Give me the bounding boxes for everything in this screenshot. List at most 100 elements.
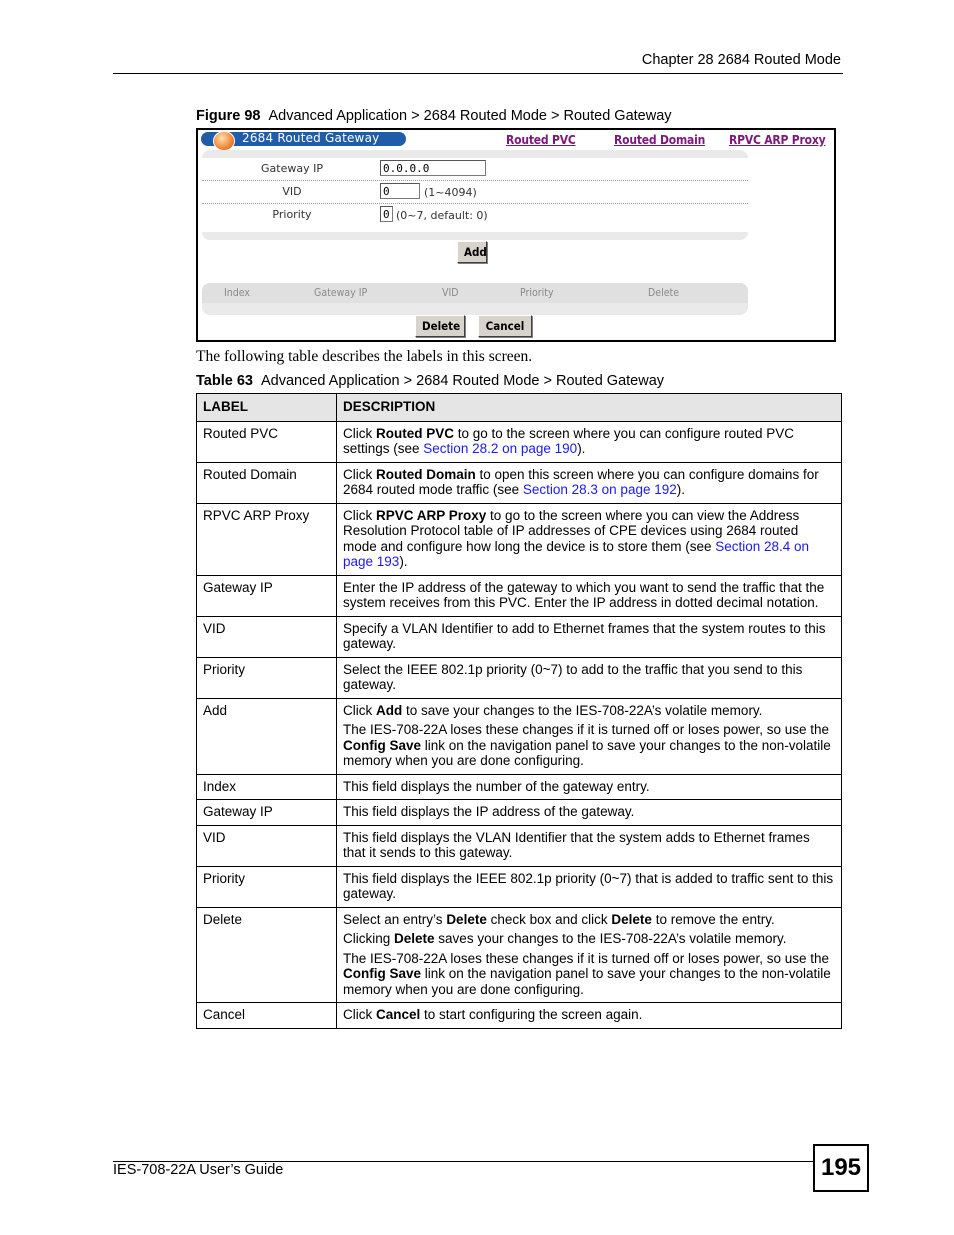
text-segment: This field displays the number of the ga…	[343, 778, 650, 794]
chapter-header: Chapter 28 2684 Routed Mode	[641, 52, 841, 68]
table-row: Priority Select the IEEE 802.1p priority …	[196, 656, 842, 699]
bold-term: RPVC ARP Proxy	[376, 507, 487, 523]
bold-term: Cancel	[376, 1007, 421, 1022]
description-paragraph: Select an entry’s Delete check box and c…	[343, 912, 835, 928]
table-row: Gateway IP Enter the IP address of the ga…	[196, 574, 842, 617]
description-paragraph: Click Routed PVC to go to the screen whe…	[343, 426, 835, 457]
row-label: Routed Domain	[196, 461, 337, 504]
text-segment: Click	[343, 507, 376, 523]
text-segment: Click	[343, 425, 376, 441]
figure-caption: Figure 98 Advanced Application > 2684 Rou…	[196, 108, 672, 124]
header-label: LABEL	[196, 393, 337, 422]
text-segment: to start configuring the screen again.	[420, 1007, 643, 1022]
row-description: This field displays the number of the ga…	[336, 773, 842, 800]
gateway-list-header: Index Gateway IP VID Priority Delete	[202, 283, 748, 303]
text-segment: Enter the IP address of the gateway to w…	[343, 579, 825, 611]
description-paragraph: This field displays the VLAN Identifier …	[343, 830, 835, 861]
text-segment: Click	[343, 466, 376, 482]
row-label: Delete	[196, 906, 337, 1003]
vid-label: VID	[282, 185, 302, 198]
description-paragraph: Enter the IP address of the gateway to w…	[343, 580, 835, 611]
bold-term: Config Save	[343, 737, 422, 753]
section-link[interactable]: Section 28.2 on page 190	[423, 441, 577, 456]
label-description-table: LABEL DESCRIPTION Routed PVC Click Routed…	[196, 393, 842, 1029]
description-paragraph: This field displays the number of the ga…	[343, 779, 835, 795]
priority-hint: (0~7, default: 0)	[396, 209, 488, 222]
row-description: Select the IEEE 802.1p priority (0~7) to…	[336, 656, 842, 699]
table-row: Routed PVC Click Routed PVC to go to the …	[196, 420, 842, 463]
tab-rpvc-arp-proxy[interactable]: RPVC ARP Proxy	[729, 133, 826, 147]
text-segment: Click	[343, 702, 376, 718]
table-row: VID This field displays the VLAN Identifi…	[196, 824, 842, 867]
tab-routed-domain[interactable]: Routed Domain	[614, 133, 705, 147]
delete-button[interactable]: Delete	[415, 315, 465, 337]
row-label: Priority	[196, 656, 337, 699]
text-segment: to save your changes to the IES-708-22A’…	[402, 702, 763, 718]
row-description: Select an entry’s Delete check box and c…	[336, 906, 842, 1003]
table-caption: Table 63 Advanced Application > 2684 Rout…	[196, 373, 664, 389]
gateway-ip-input[interactable]	[380, 160, 486, 176]
text-segment: Select the IEEE 802.1p priority (0~7) to…	[343, 661, 803, 693]
column-index: Index	[224, 287, 250, 299]
column-gateway-ip: Gateway IP	[314, 287, 368, 299]
vid-input[interactable]	[380, 183, 420, 199]
text-segment: ).	[399, 554, 408, 569]
text-segment: Clicking	[343, 931, 395, 946]
screenshot-frame: 2684 Routed Gateway Routed PVC Routed Do…	[196, 128, 836, 342]
text-segment: to remove the entry.	[651, 911, 775, 927]
row-description: Click Routed Domain to open this screen …	[336, 461, 842, 504]
add-button[interactable]: Add	[457, 241, 487, 263]
cancel-button[interactable]: Cancel	[478, 315, 532, 337]
description-paragraph: Specify a VLAN Identifier to add to Ethe…	[343, 621, 835, 652]
row-description: This field displays the VLAN Identifier …	[336, 824, 842, 867]
text-segment: check box and click	[486, 911, 612, 927]
figure-label: Figure 98	[196, 108, 261, 124]
priority-input[interactable]	[380, 206, 393, 222]
orange-ball-icon	[213, 131, 235, 151]
table-header-row: LABEL DESCRIPTION	[196, 393, 842, 422]
gateway-list: Index Gateway IP VID Priority Delete	[202, 283, 748, 315]
text-segment: This field displays the IP address of th…	[343, 804, 635, 819]
row-label: RPVC ARP Proxy	[196, 502, 337, 576]
priority-label: Priority	[272, 208, 312, 221]
row-label: Cancel	[196, 1002, 337, 1029]
table-row: Priority This field displays the IEEE 802…	[196, 865, 842, 908]
bold-term: Config Save	[343, 966, 422, 981]
intro-text: The following table describes the labels…	[196, 348, 533, 365]
column-priority: Priority	[520, 287, 554, 299]
table-row: Delete Select an entry’s Delete check box…	[196, 906, 842, 1003]
figure-caption-text: Advanced Application > 2684 Routed Mode …	[268, 108, 672, 124]
table-row: RPVC ARP Proxy Click RPVC ARP Proxy to go…	[196, 502, 842, 576]
form-row-vid: VID (1~4094)	[202, 181, 748, 204]
row-description: Click Routed PVC to go to the screen whe…	[336, 420, 842, 463]
description-paragraph: Click RPVC ARP Proxy to go to the screen…	[343, 508, 835, 570]
row-description: This field displays the IEEE 802.1p prio…	[336, 865, 842, 908]
tab-routed-pvc[interactable]: Routed PVC	[506, 133, 576, 147]
text-segment: Click	[343, 1007, 376, 1022]
text-segment: The IES-708-22A loses these changes if i…	[343, 722, 830, 737]
text-segment: saves your changes to the IES-708-22A’s …	[434, 931, 787, 946]
description-paragraph: Click Routed Domain to open this screen …	[343, 467, 835, 498]
text-segment: The IES-708-22A loses these changes if i…	[343, 950, 830, 966]
bold-term: Delete	[394, 931, 435, 946]
screen-title: 2684 Routed Gateway	[242, 131, 380, 145]
section-link[interactable]: Section 28.3 on page 192	[523, 482, 677, 497]
table-body: Routed PVC Click Routed PVC to go to the …	[196, 420, 842, 1029]
bold-term: Delete	[611, 911, 652, 927]
description-paragraph: Click Cancel to start configuring the sc…	[343, 1007, 835, 1023]
table-row: Routed Domain Click Routed Domain to open…	[196, 461, 842, 504]
row-label: Routed PVC	[196, 420, 337, 463]
table-label: Table 63	[196, 373, 253, 389]
row-description: Click Add to save your changes to the IE…	[336, 697, 842, 775]
table-caption-text: Advanced Application > 2684 Routed Mode …	[260, 373, 665, 389]
text-segment: ).	[676, 482, 685, 497]
bold-term: Add	[376, 702, 403, 718]
text-segment: ).	[577, 441, 586, 456]
bold-term: Routed PVC	[376, 425, 455, 441]
table-row: Gateway IP This field displays the IP add…	[196, 799, 842, 826]
page-number: 195	[813, 1144, 869, 1192]
table-row: VID Specify a VLAN Identifier to add to E…	[196, 615, 842, 658]
row-label: Gateway IP	[196, 799, 337, 826]
text-segment: This field displays the VLAN Identifier …	[343, 829, 810, 861]
form-row-gateway-ip: Gateway IP	[202, 158, 748, 181]
